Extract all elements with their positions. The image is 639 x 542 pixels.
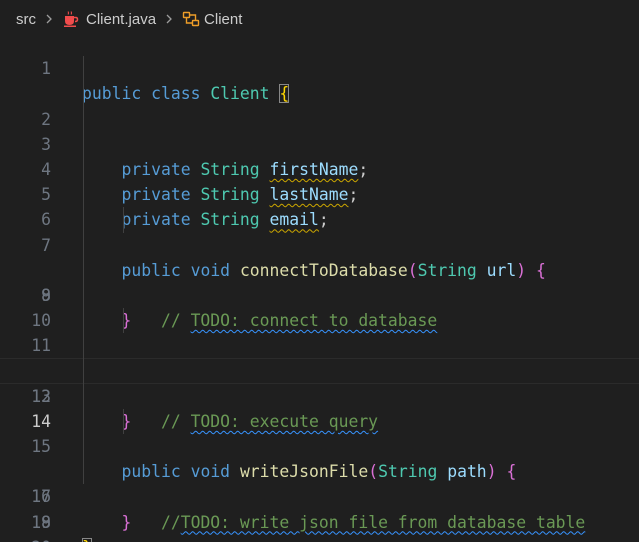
code-line[interactable]: 7 public void connectToDatabase(String u… — [0, 182, 639, 280]
code-line[interactable]: 16 //TODO: write json file from database… — [0, 408, 639, 532]
breadcrumb-folder-label: src — [16, 10, 36, 28]
code-line[interactable]: 10 — [0, 257, 639, 330]
java-coffee-icon — [62, 10, 80, 28]
indent-guide — [83, 308, 84, 334]
line-content: } — [82, 535, 92, 542]
code-line[interactable]: 19 } — [0, 484, 639, 542]
close-brace: } — [82, 537, 92, 542]
line-number: 20 — [0, 535, 51, 542]
indent-guide — [123, 408, 124, 434]
code-line[interactable]: 9 } — [0, 232, 639, 330]
chevron-right-icon — [42, 12, 56, 26]
code-line[interactable]: 4 private String lastName; — [0, 106, 639, 204]
indent-guide — [83, 383, 84, 409]
indent-guide — [83, 232, 84, 258]
indent-guide — [83, 106, 84, 132]
code-line[interactable]: 3 private String firstName; — [0, 81, 639, 179]
breadcrumb-symbol[interactable]: Client — [182, 10, 242, 28]
breadcrumb-file[interactable]: Client.java — [62, 10, 156, 28]
indent-guide — [83, 358, 84, 384]
code-line[interactable]: 15 public void writeJsonFile(String path… — [0, 383, 639, 481]
code-line[interactable]: 13 } — [0, 333, 639, 431]
code-line[interactable]: 2 — [0, 56, 639, 129]
indent-guide — [83, 131, 84, 157]
code-line[interactable]: 11 public void readTable() { — [0, 282, 639, 380]
code-line[interactable]: 18 — [0, 459, 639, 532]
indent-guide — [83, 156, 84, 183]
indent-guide — [123, 308, 124, 334]
indent-guide — [83, 408, 84, 434]
code-line[interactable]: 12 // TODO: execute query — [0, 308, 639, 431]
code-area[interactable]: 1 public class Client { 2 3 private Stri… — [0, 31, 639, 542]
code-line[interactable]: 17 } — [0, 434, 639, 532]
indent-guide — [83, 459, 84, 485]
indent-guide — [83, 257, 84, 283]
code-editor[interactable]: src Client.java Client 1 public class Cl… — [0, 0, 639, 542]
code-line[interactable]: 6 — [0, 156, 639, 229]
breadcrumb-folder-src[interactable]: src — [16, 11, 36, 28]
breadcrumb-symbol-label: Client — [204, 10, 243, 28]
indent-guide — [83, 182, 84, 208]
code-line[interactable]: 1 public class Client { — [0, 31, 639, 104]
breadcrumb-file-label: Client.java — [86, 10, 157, 28]
indent-guide — [83, 207, 84, 233]
chevron-right-icon — [162, 12, 176, 26]
indent-guide — [83, 282, 84, 309]
code-line[interactable]: 8 // TODO: connect to database — [0, 207, 639, 330]
code-line[interactable]: 5 private String email; — [0, 131, 639, 229]
indent-guide — [83, 434, 84, 460]
code-line[interactable]: 20 — [0, 510, 639, 542]
indent-guide — [83, 56, 84, 82]
indent-guide — [83, 81, 84, 107]
class-icon — [182, 10, 200, 28]
code-line-current[interactable]: 14 — [0, 358, 639, 431]
indent-guide — [83, 333, 84, 359]
indent-guide — [123, 207, 124, 233]
